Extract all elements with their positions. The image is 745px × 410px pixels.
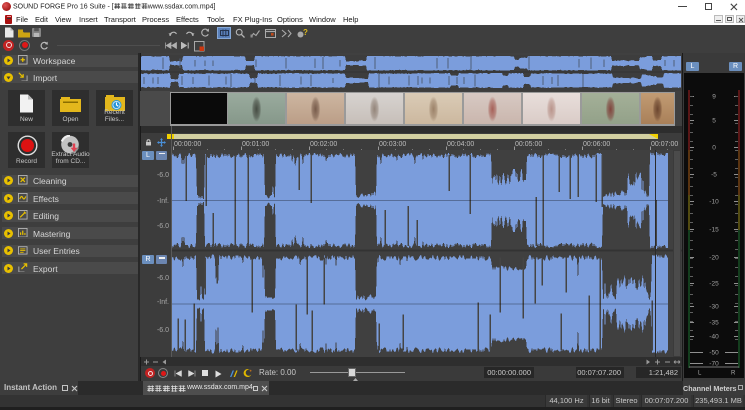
svg-text:00:05:00: 00:05:00 [515, 141, 542, 148]
svg-text:-50: -50 [709, 350, 719, 357]
svg-text:00:02:00: 00:02:00 [310, 141, 337, 148]
svg-text:-30: -30 [709, 304, 719, 311]
svg-text:00:01:00: 00:01:00 [242, 141, 269, 148]
svg-text:-40: -40 [709, 334, 719, 341]
svg-text:-70: -70 [709, 361, 719, 368]
svg-text:00:00:00: 00:00:00 [174, 141, 201, 148]
svg-text:-5: -5 [711, 172, 717, 179]
svg-text:-25: -25 [709, 281, 719, 288]
svg-text:-20: -20 [709, 255, 719, 262]
svg-text:00:03:00: 00:03:00 [379, 141, 406, 148]
svg-text:-15: -15 [709, 227, 719, 234]
svg-text:-35: -35 [709, 320, 719, 327]
svg-text:5: 5 [712, 118, 716, 125]
svg-text:00:04:00: 00:04:00 [447, 141, 474, 148]
svg-text:-10: -10 [709, 199, 719, 206]
svg-text:9: 9 [712, 94, 716, 101]
svg-text:0: 0 [712, 145, 716, 152]
svg-text:?: ? [303, 28, 308, 37]
svg-text:00:06:00: 00:06:00 [583, 141, 610, 148]
svg-text:R: R [731, 371, 736, 377]
svg-text:00:07:00: 00:07:00 [651, 141, 678, 148]
